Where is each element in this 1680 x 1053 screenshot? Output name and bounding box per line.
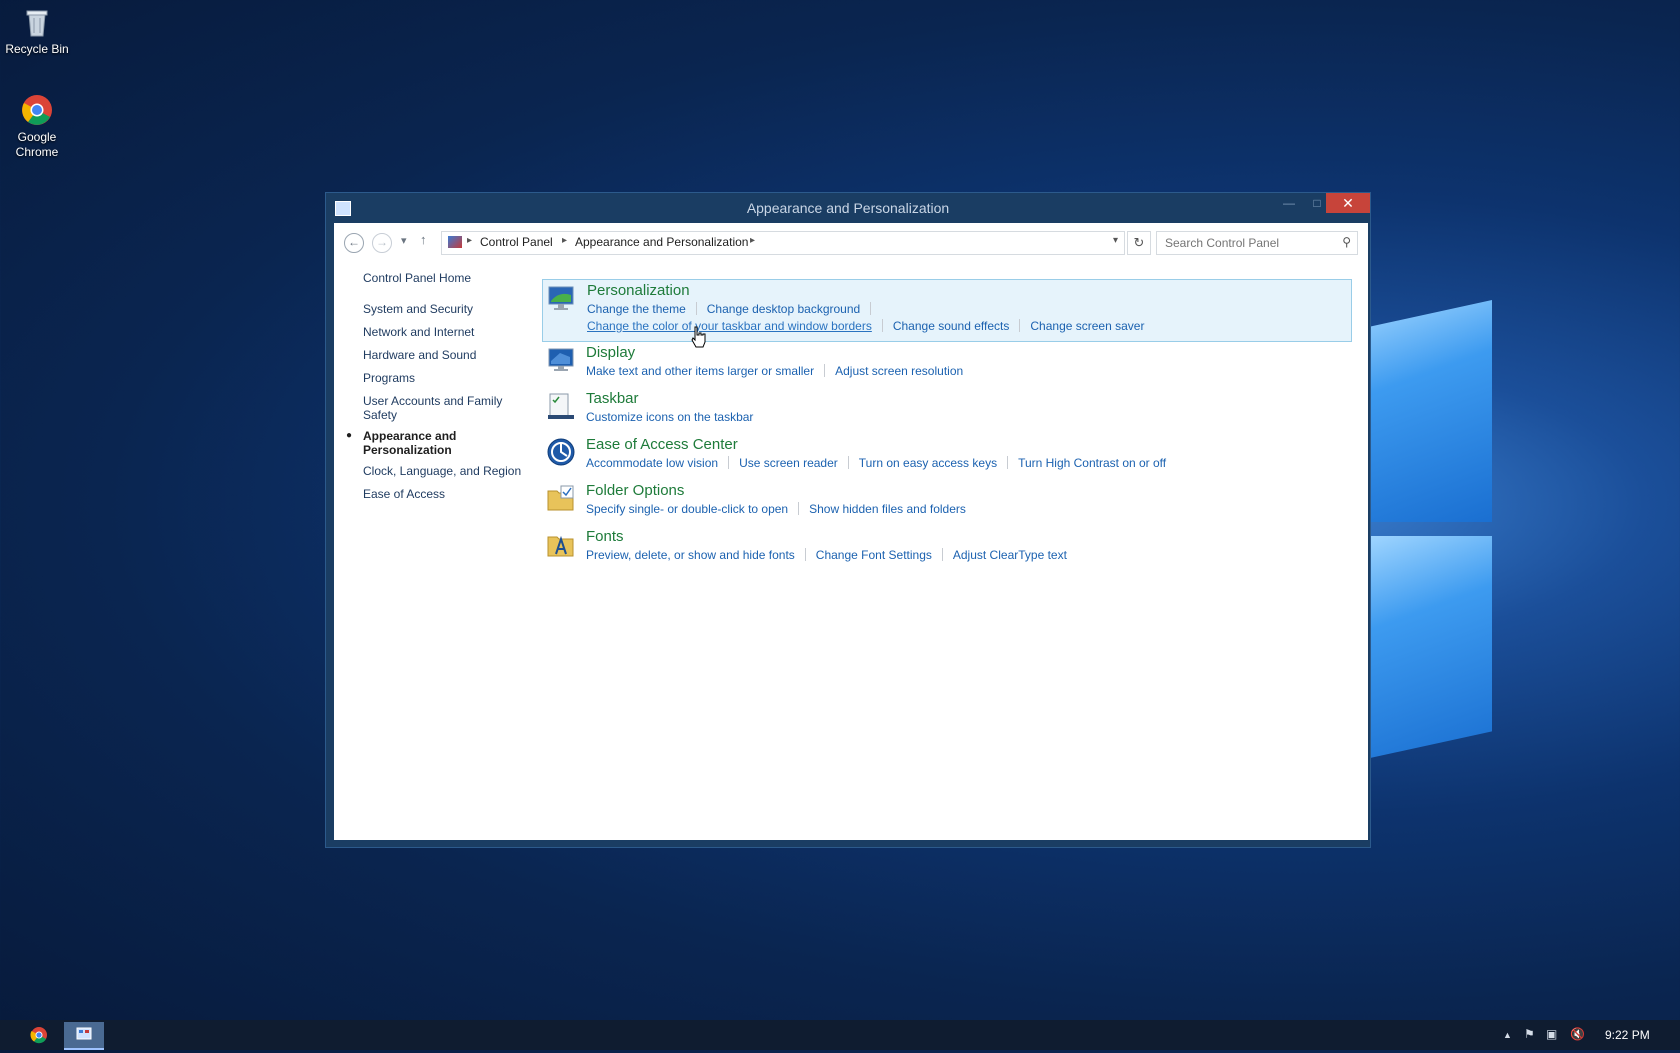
desktop-icon-label: Recycle Bin [5, 42, 69, 56]
task-row: Make text and other items larger or smal… [586, 364, 963, 378]
taskbar: ▲ ⚑ ▣ 🔇 9:22 PM [0, 1020, 1680, 1050]
task-change-screen-saver[interactable]: Change screen saver [1030, 319, 1144, 333]
category-title[interactable]: Folder Options [586, 482, 684, 499]
category-personalization[interactable]: Personalization Change the theme Change d… [542, 279, 1352, 342]
show-hidden-icons-chevron-icon[interactable]: ▲ [1503, 1030, 1512, 1040]
recycle-bin-icon [26, 10, 48, 37]
forward-button[interactable]: → [372, 233, 392, 253]
task-customize-taskbar-icons[interactable]: Customize icons on the taskbar [586, 410, 753, 424]
task-high-contrast[interactable]: Turn High Contrast on or off [1018, 456, 1166, 470]
desktop-icon-recycle-bin[interactable]: Recycle Bin [0, 6, 74, 57]
task-adjust-screen-resolution[interactable]: Adjust screen resolution [835, 364, 963, 378]
address-bar[interactable]: ▸ Control Panel ▸ Appearance and Persona… [441, 231, 1125, 255]
ease-of-access-icon [547, 438, 575, 466]
task-row: Change the theme Change desktop backgroun… [587, 302, 881, 316]
volume-muted-icon[interactable]: 🔇 [1570, 1027, 1585, 1041]
nav-system-and-security[interactable]: System and Security [363, 302, 523, 316]
nav-appearance-and-personalization: Appearance and Personalization [363, 429, 457, 457]
category-title[interactable]: Taskbar [586, 390, 639, 407]
category-taskbar[interactable]: Taskbar Customize icons on the taskbar [542, 388, 1350, 432]
breadcrumb-appearance-and-personalization[interactable]: Appearance and Personalization [575, 235, 748, 249]
navigation-bar: ← → ▾ ↑ ▸ Control Panel ▸ Appearance and… [334, 223, 1368, 263]
category-title[interactable]: Fonts [586, 528, 624, 545]
breadcrumb-chevron-icon[interactable]: ▸ [750, 235, 755, 246]
breadcrumb-control-panel[interactable]: Control Panel [480, 235, 553, 249]
taskbar-control-panel-button[interactable] [64, 1022, 104, 1050]
task-use-screen-reader[interactable]: Use screen reader [739, 456, 838, 470]
task-make-text-larger[interactable]: Make text and other items larger or smal… [586, 364, 814, 378]
task-row: Preview, delete, or show and hide fonts C… [586, 548, 1067, 562]
task-show-hidden-files[interactable]: Show hidden files and folders [809, 502, 966, 516]
minimize-button[interactable]: — [1276, 193, 1302, 213]
control-panel-icon [76, 1027, 92, 1040]
breadcrumb-chevron-icon[interactable]: ▸ [467, 235, 472, 246]
folder-options-icon [547, 485, 574, 511]
category-fonts[interactable]: Fonts Preview, delete, or show and hide … [542, 526, 1350, 570]
category-folder-options[interactable]: Folder Options Specify single- or double… [542, 480, 1350, 524]
chrome-icon [22, 95, 52, 125]
task-accommodate-low-vision[interactable]: Accommodate low vision [586, 456, 718, 470]
control-panel-window: Appearance and Personalization — □ ✕ ← →… [325, 192, 1371, 848]
control-panel-icon [448, 236, 462, 248]
hand-cursor-icon [691, 326, 706, 348]
category-display[interactable]: Display Make text and other items larger… [542, 342, 1350, 386]
nav-user-accounts[interactable]: User Accounts and Family Safety [363, 394, 513, 422]
desktop-icon-label: Google Chrome [15, 130, 59, 159]
task-row: Specify single- or double-click to open S… [586, 502, 966, 516]
windows-logo-wallpaper [1370, 300, 1680, 760]
category-title[interactable]: Personalization [587, 282, 690, 299]
task-row: Accommodate low vision Use screen reader T… [586, 456, 1166, 470]
task-change-sound-effects[interactable]: Change sound effects [893, 319, 1010, 333]
refresh-button[interactable]: ↻ [1127, 231, 1151, 255]
recent-locations-dropdown[interactable]: ▾ [401, 234, 407, 247]
task-change-theme[interactable]: Change the theme [587, 302, 686, 316]
category-title[interactable]: Ease of Access Center [586, 436, 738, 453]
task-single-double-click[interactable]: Specify single- or double-click to open [586, 502, 788, 516]
category-ease-of-access-center[interactable]: Ease of Access Center Accommodate low vi… [542, 434, 1350, 478]
task-adjust-cleartype[interactable]: Adjust ClearType text [953, 548, 1067, 562]
task-preview-delete-fonts[interactable]: Preview, delete, or show and hide fonts [586, 548, 795, 562]
search-box[interactable]: ⚲ [1156, 231, 1358, 255]
nav-clock-language-region[interactable]: Clock, Language, and Region [363, 464, 523, 478]
personalization-icon [548, 286, 574, 310]
back-button[interactable]: ← [344, 233, 364, 253]
address-dropdown-icon[interactable]: ▾ [1113, 235, 1118, 246]
current-page-bullet: ● [346, 430, 353, 441]
control-panel-home-link[interactable]: Control Panel Home [363, 271, 523, 285]
taskbar-icon [548, 393, 574, 419]
taskbar-clock[interactable]: 9:22 PM [1605, 1028, 1650, 1042]
display-icon [548, 348, 574, 371]
search-input[interactable] [1163, 234, 1337, 252]
nav-network-and-internet[interactable]: Network and Internet [363, 325, 523, 339]
breadcrumb-chevron-icon[interactable]: ▸ [562, 235, 567, 246]
search-icon[interactable]: ⚲ [1342, 235, 1351, 249]
close-button[interactable]: ✕ [1326, 193, 1370, 213]
taskbar-chrome-icon[interactable] [26, 1022, 52, 1048]
up-button[interactable]: ↑ [420, 232, 427, 247]
nav-ease-of-access[interactable]: Ease of Access [363, 487, 523, 501]
action-center-flag-icon[interactable]: ⚑ [1524, 1027, 1535, 1041]
nav-hardware-and-sound[interactable]: Hardware and Sound [363, 348, 523, 362]
category-title[interactable]: Display [586, 344, 635, 361]
window-title: Appearance and Personalization [746, 200, 950, 216]
task-row: Change the color of your taskbar and win… [587, 319, 1144, 333]
window-content: ← → ▾ ↑ ▸ Control Panel ▸ Appearance and… [334, 223, 1368, 840]
task-change-taskbar-color[interactable]: Change the color of your taskbar and win… [587, 319, 872, 333]
desktop-icon-google-chrome[interactable]: Google Chrome [0, 94, 74, 160]
task-change-desktop-background[interactable]: Change desktop background [707, 302, 860, 316]
fonts-icon [547, 535, 574, 557]
task-turn-on-easy-access-keys[interactable]: Turn on easy access keys [859, 456, 997, 470]
task-row: Customize icons on the taskbar [586, 410, 753, 424]
nav-programs[interactable]: Programs [363, 371, 523, 385]
task-change-font-settings[interactable]: Change Font Settings [816, 548, 932, 562]
title-bar[interactable]: Appearance and Personalization — □ ✕ [326, 193, 1370, 223]
network-icon[interactable]: ▣ [1546, 1027, 1557, 1041]
